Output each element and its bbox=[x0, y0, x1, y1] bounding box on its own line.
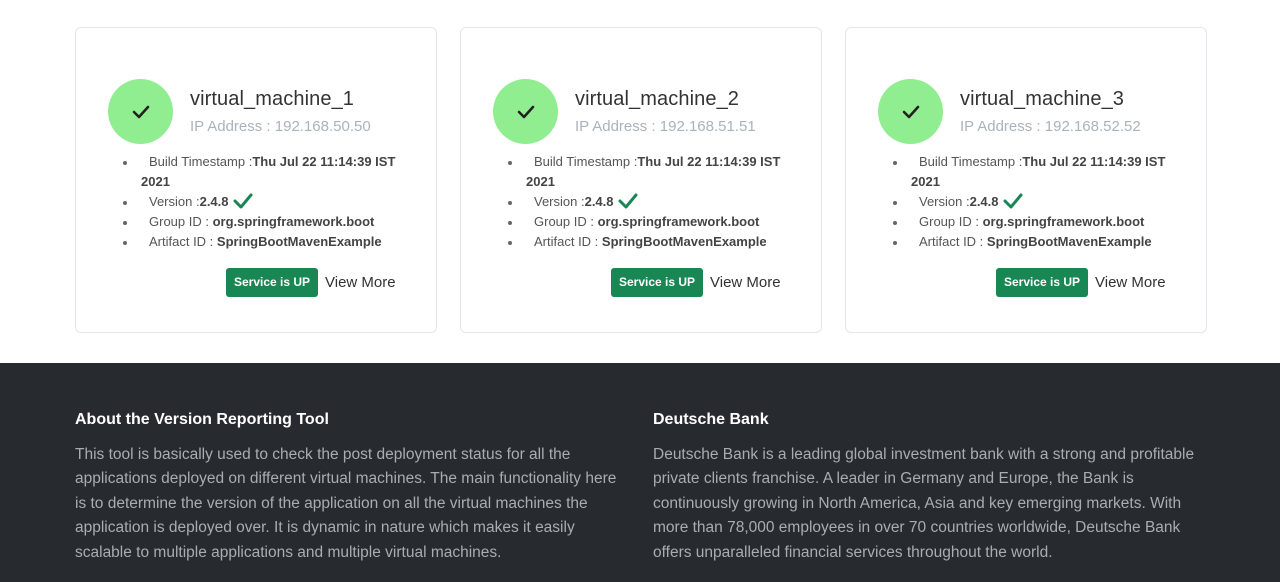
check-icon bbox=[233, 193, 253, 209]
vm-ip-address: IP Address : 192.168.52.52 bbox=[960, 118, 1141, 135]
version-label: Version : bbox=[149, 194, 200, 209]
build-timestamp-year: 2021 bbox=[141, 174, 170, 189]
build-timestamp-label: Build Timestamp : bbox=[149, 154, 253, 169]
version-value: 2.4.8 bbox=[584, 194, 614, 209]
build-timestamp-item: Build Timestamp :Thu Jul 22 11:14:39 IST… bbox=[893, 152, 1181, 192]
build-timestamp-year: 2021 bbox=[526, 174, 555, 189]
service-status-badge: Service is UP bbox=[226, 268, 319, 297]
group-id-item: Group ID : org.springframework.boot bbox=[123, 212, 411, 232]
build-timestamp-label: Build Timestamp : bbox=[919, 154, 1023, 169]
bank-section: Deutsche Bank Deutsche Bank is a leading… bbox=[653, 411, 1213, 565]
group-id-value: org.springframework.boot bbox=[212, 214, 375, 229]
artifact-id-label: Artifact ID : bbox=[149, 234, 214, 249]
check-icon bbox=[132, 105, 149, 118]
artifact-id-value: SpringBootMavenExample bbox=[601, 234, 767, 249]
vm-ip-address: IP Address : 192.168.50.50 bbox=[190, 118, 371, 135]
status-circle bbox=[108, 79, 173, 144]
vm-details-list: Build Timestamp :Thu Jul 22 11:14:39 IST… bbox=[508, 152, 796, 252]
build-timestamp-item: Build Timestamp :Thu Jul 22 11:14:39 IST… bbox=[508, 152, 796, 192]
bank-text: Deutsche Bank is a leading global invest… bbox=[653, 446, 1195, 561]
vm-card: virtual_machine_3 IP Address : 192.168.5… bbox=[845, 27, 1207, 333]
artifact-id-value: SpringBootMavenExample bbox=[216, 234, 382, 249]
group-id-label: Group ID : bbox=[149, 214, 209, 229]
version-value: 2.4.8 bbox=[969, 194, 999, 209]
vm-name: virtual_machine_1 bbox=[190, 88, 355, 110]
build-timestamp-label: Build Timestamp : bbox=[534, 154, 638, 169]
check-icon bbox=[618, 193, 638, 209]
vm-card: virtual_machine_1 IP Address : 192.168.5… bbox=[75, 27, 437, 333]
artifact-id-label: Artifact ID : bbox=[919, 234, 984, 249]
check-icon bbox=[517, 105, 534, 118]
group-id-item: Group ID : org.springframework.boot bbox=[508, 212, 796, 232]
group-id-item: Group ID : org.springframework.boot bbox=[893, 212, 1181, 232]
group-id-label: Group ID : bbox=[534, 214, 594, 229]
build-timestamp-item: Build Timestamp :Thu Jul 22 11:14:39 IST… bbox=[123, 152, 411, 192]
bank-title: Deutsche Bank bbox=[653, 411, 769, 428]
artifact-id-item: Artifact ID : SpringBootMavenExample bbox=[123, 232, 411, 252]
artifact-id-item: Artifact ID : SpringBootMavenExample bbox=[893, 232, 1181, 252]
vm-name: virtual_machine_2 bbox=[575, 88, 740, 110]
group-id-value: org.springframework.boot bbox=[597, 214, 760, 229]
group-id-value: org.springframework.boot bbox=[982, 214, 1145, 229]
status-circle bbox=[878, 79, 943, 144]
build-timestamp-value: Thu Jul 22 11:14:39 IST bbox=[252, 154, 396, 169]
view-more-link[interactable]: View More bbox=[325, 274, 396, 291]
build-timestamp-year: 2021 bbox=[911, 174, 940, 189]
service-status-badge: Service is UP bbox=[611, 268, 704, 297]
version-label: Version : bbox=[919, 194, 970, 209]
vm-details-list: Build Timestamp :Thu Jul 22 11:14:39 IST… bbox=[123, 152, 411, 252]
version-item: Version :2.4.8 bbox=[508, 192, 796, 212]
vm-ip-address: IP Address : 192.168.51.51 bbox=[575, 118, 756, 135]
vm-cards-section: virtual_machine_1 IP Address : 192.168.5… bbox=[0, 0, 1280, 363]
vm-card: virtual_machine_2 IP Address : 192.168.5… bbox=[460, 27, 822, 333]
view-more-link[interactable]: View More bbox=[710, 274, 781, 291]
version-item: Version :2.4.8 bbox=[123, 192, 411, 212]
version-value: 2.4.8 bbox=[199, 194, 229, 209]
version-label: Version : bbox=[534, 194, 585, 209]
about-text: This tool is basically used to check the… bbox=[75, 446, 617, 561]
status-circle bbox=[493, 79, 558, 144]
view-more-link[interactable]: View More bbox=[1095, 274, 1166, 291]
footer: About the Version Reporting Tool This to… bbox=[0, 363, 1280, 582]
vm-details-list: Build Timestamp :Thu Jul 22 11:14:39 IST… bbox=[893, 152, 1181, 252]
build-timestamp-value: Thu Jul 22 11:14:39 IST bbox=[637, 154, 781, 169]
artifact-id-label: Artifact ID : bbox=[534, 234, 599, 249]
version-item: Version :2.4.8 bbox=[893, 192, 1181, 212]
artifact-id-item: Artifact ID : SpringBootMavenExample bbox=[508, 232, 796, 252]
check-icon bbox=[1003, 193, 1023, 209]
vm-name: virtual_machine_3 bbox=[960, 88, 1125, 110]
group-id-label: Group ID : bbox=[919, 214, 979, 229]
artifact-id-value: SpringBootMavenExample bbox=[986, 234, 1152, 249]
about-section: About the Version Reporting Tool This to… bbox=[75, 411, 620, 565]
build-timestamp-value: Thu Jul 22 11:14:39 IST bbox=[1022, 154, 1166, 169]
service-status-badge: Service is UP bbox=[996, 268, 1089, 297]
about-title: About the Version Reporting Tool bbox=[75, 411, 329, 428]
check-icon bbox=[902, 105, 919, 118]
